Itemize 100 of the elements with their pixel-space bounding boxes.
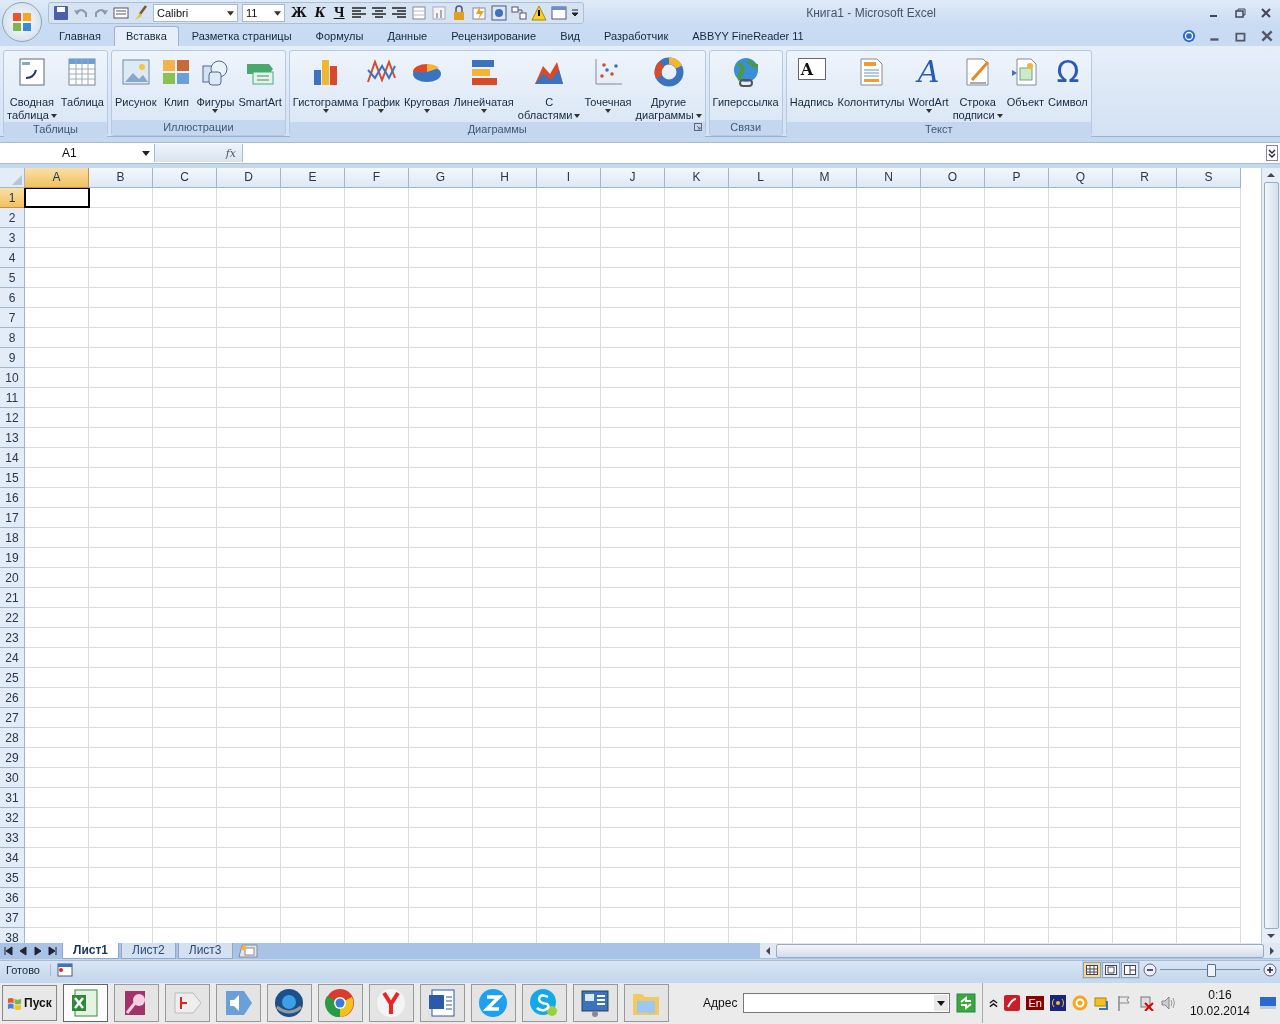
ribbon-button[interactable]: Фигуры [194,51,237,121]
column-header[interactable]: K [665,167,729,188]
ribbon-button[interactable]: A WordArt [906,51,951,123]
view-button[interactable] [1102,962,1120,979]
column-header[interactable]: P [985,167,1049,188]
column-header[interactable]: F [345,167,409,188]
view-button[interactable] [1083,962,1101,979]
customize-icon[interactable] [570,8,579,17]
row-header[interactable]: 29 [0,747,25,768]
help-icon[interactable] [1182,29,1196,44]
zoom-slider-thumb[interactable] [1207,964,1216,978]
row-header[interactable]: 2 [0,207,25,228]
row-header[interactable]: 20 [0,567,25,588]
office-button[interactable] [2,2,42,42]
ribbon-button[interactable]: Другие диаграммы [633,51,704,123]
ribbon-tab[interactable]: Разработчик [593,27,680,47]
ribbon-tab[interactable]: Формулы [304,27,375,47]
row-header[interactable]: 8 [0,327,25,348]
row-header[interactable]: 24 [0,647,25,668]
align-icon[interactable] [350,4,367,21]
pdf-icon[interactable] [1004,995,1021,1012]
ribbon-tab[interactable]: Вставка [113,26,179,47]
column-header[interactable]: C [153,167,217,188]
sheet-nav-icon[interactable] [33,945,43,956]
start-button[interactable]: Пуск [2,985,57,1022]
save-icon[interactable] [53,4,69,21]
row-header[interactable]: 35 [0,867,25,888]
column-header[interactable]: I [537,167,601,188]
row-header[interactable]: 4 [0,247,25,268]
scroll-up-icon[interactable] [1266,170,1276,179]
macro-record-icon[interactable] [56,963,73,978]
ribbon-tab[interactable]: Данные [376,27,439,47]
network-icon[interactable] [1137,995,1154,1012]
ribbon-button[interactable]: A Надпись [787,51,836,123]
row-header[interactable]: 25 [0,667,25,688]
format-button[interactable]: Ч [331,5,347,20]
expand-icon[interactable] [1266,145,1278,162]
column-header[interactable]: H [473,167,537,188]
zoom-slider[interactable] [1160,963,1260,978]
row-header[interactable]: 12 [0,407,25,428]
format-button[interactable]: Ж [289,5,309,20]
row-header[interactable]: 6 [0,287,25,308]
row-header[interactable]: 7 [0,307,25,328]
taskbar-app[interactable] [317,984,363,1023]
row-header[interactable]: 33 [0,827,25,848]
ribbon-button[interactable]: С областями [515,51,583,123]
sync-icon[interactable] [1093,995,1110,1012]
brush-icon[interactable] [133,4,149,21]
ribbon-button[interactable]: Гистограмма [290,51,361,123]
column-header[interactable]: B [89,167,153,188]
row-header[interactable]: 5 [0,267,25,288]
insert-function-button[interactable]: fx [225,146,236,160]
ribbon-button[interactable]: График [360,51,402,123]
font-field[interactable]: Calibri [153,3,238,22]
warning-icon[interactable] [530,4,547,21]
sheet-nav-icon[interactable] [18,945,28,956]
column-header[interactable]: E [281,167,345,188]
ribbon-button[interactable]: Сводная таблица [5,51,59,123]
column-header[interactable]: R [1113,167,1177,188]
go-icon[interactable] [956,993,977,1014]
dialog-launcher-icon[interactable] [693,123,702,132]
cell-grid[interactable] [25,187,1241,943]
row-header[interactable]: 32 [0,807,25,828]
ribbon-button[interactable]: Линейчатая [451,51,516,123]
row-header[interactable]: 28 [0,727,25,748]
ribbon-button[interactable]: Рисунок [112,51,159,121]
new-sheet-icon[interactable] [235,943,258,958]
column-header[interactable]: M [793,167,857,188]
row-header[interactable]: 14 [0,447,25,468]
row-header[interactable]: 37 [0,907,25,928]
layout-icon[interactable] [510,4,527,21]
close-icon[interactable] [1260,6,1272,19]
column-header[interactable]: G [409,167,473,188]
format-button[interactable]: К [312,5,328,20]
ribbon-button[interactable]: Колонтитулы [835,51,907,123]
clock-time[interactable]: 0:16 [1208,987,1232,1004]
clock-date[interactable]: 10.02.2014 [1189,1003,1250,1020]
taskbar-app[interactable] [266,984,312,1023]
row-header[interactable]: 26 [0,687,25,708]
row-header[interactable]: 36 [0,887,25,908]
ribbon-button[interactable]: SmartArt [236,51,284,121]
row-header[interactable]: 16 [0,487,25,508]
row-header[interactable]: 13 [0,427,25,448]
row-header[interactable]: 19 [0,547,25,568]
restore-icon[interactable] [1234,6,1246,19]
ribbon-button[interactable]: Круговая [401,51,452,123]
dropdown-icon[interactable] [934,995,949,1012]
view-button[interactable] [1121,962,1139,979]
ribbon-tab[interactable]: Главная [48,27,112,47]
sheet-nav-icon[interactable] [48,945,58,956]
ribbon-tab[interactable]: Вид [549,27,592,47]
scroll-right-icon[interactable] [1268,945,1276,956]
form-icon[interactable] [113,4,129,21]
taskbar-app[interactable] [572,984,618,1023]
scroll-thumb[interactable] [1263,181,1279,929]
row-header[interactable]: 17 [0,507,25,528]
column-header[interactable]: N [857,167,921,188]
align-icon[interactable] [390,4,407,21]
taskbar-app[interactable] [113,984,159,1023]
row-header[interactable]: 27 [0,707,25,728]
